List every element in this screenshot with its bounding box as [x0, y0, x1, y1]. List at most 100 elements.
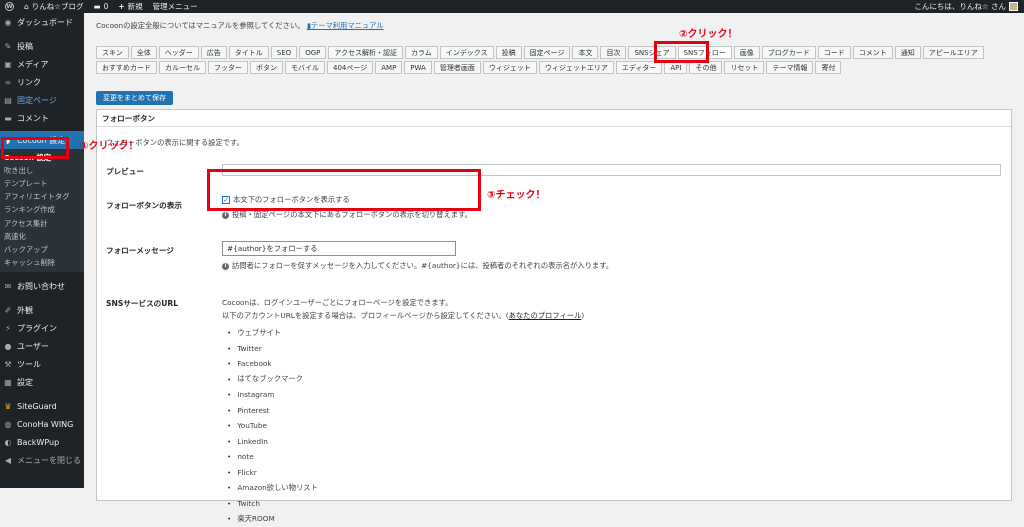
- list-item: note: [227, 449, 318, 465]
- list-item: Twitter: [227, 341, 318, 357]
- panel-title: フォローボタン: [97, 110, 1011, 127]
- follow-message-input[interactable]: #{author}をフォローする: [222, 241, 456, 256]
- sidebar-item-conoha[interactable]: ◍ ConoHa WING: [0, 416, 84, 434]
- backwpup-icon: ◐: [4, 438, 12, 448]
- sidebar-item-contact[interactable]: ✉ お問い合わせ: [0, 278, 84, 296]
- comment-count: 0: [103, 2, 109, 11]
- tab-item[interactable]: カラム: [405, 46, 438, 59]
- tab-item[interactable]: OGP: [299, 46, 327, 59]
- tab-item[interactable]: API: [664, 61, 688, 74]
- tab-item[interactable]: アクセス解析・認証: [328, 46, 403, 59]
- sidebar-item-cocoon[interactable]: ◗ Cocoon 設定: [0, 131, 84, 149]
- tab-item[interactable]: PWA: [404, 61, 432, 74]
- tab-item[interactable]: コメント: [852, 46, 893, 59]
- show-checkbox-row[interactable]: ✓ 本文下のフォローボタンを表示する: [222, 195, 350, 205]
- submenu-item[interactable]: バックアップ: [0, 243, 84, 256]
- save-all-button[interactable]: 変更をまとめて保存: [96, 91, 173, 105]
- cocoon-icon: ◗: [5, 135, 11, 145]
- submenu-item[interactable]: Cocoon 設定: [0, 151, 84, 164]
- tab-item[interactable]: 通知: [894, 46, 921, 59]
- tab-item[interactable]: SEO: [270, 46, 298, 59]
- tab-item[interactable]: 画像: [733, 46, 760, 59]
- tab-item[interactable]: フッター: [208, 61, 248, 74]
- annotation-step2: ②クリック！: [679, 29, 738, 40]
- sidebar-item-plugins[interactable]: ⚡ プラグイン: [0, 320, 84, 338]
- sidebar-item-settings[interactable]: ▦ 設定: [0, 374, 84, 392]
- sidebar-item-links[interactable]: ∞ リンク: [0, 73, 84, 91]
- comment-icon: ▬: [4, 113, 12, 123]
- collapse-icon: ◀: [4, 456, 12, 466]
- mail-icon: ✉: [4, 282, 12, 292]
- admin-bar: W ⌂ りんね☆ブログ ▬ 0 + 新規 管理メニュー こんにちは、りんね☆ さん: [0, 0, 1024, 13]
- tab-item[interactable]: カルーセル: [159, 61, 206, 74]
- tab-item[interactable]: モバイル: [285, 61, 325, 74]
- submenu-item[interactable]: アフィリエイトタグ: [0, 191, 84, 204]
- sidebar-item-media[interactable]: ▣ メディア: [0, 55, 84, 73]
- tab-item[interactable]: コード: [817, 46, 851, 59]
- tab-item[interactable]: インデックス: [439, 46, 494, 59]
- submenu-item[interactable]: 高速化: [0, 230, 84, 243]
- sidebar-item-backwpup[interactable]: ◐ BackWPup: [0, 434, 84, 452]
- tab-item[interactable]: ブログカード: [761, 46, 816, 59]
- sidebar-item-dashboard[interactable]: ◉ ダッシュボード: [0, 13, 84, 31]
- tab-item[interactable]: SNSフォロー: [677, 46, 732, 59]
- tab-item[interactable]: おすすめカード: [96, 61, 157, 74]
- tab-item[interactable]: タイトル: [228, 46, 269, 59]
- tab-item[interactable]: リセット: [724, 61, 765, 74]
- sidebar-item-pages[interactable]: ▤ 固定ページ: [0, 91, 84, 109]
- submenu-item[interactable]: キャッシュ削除: [0, 257, 84, 270]
- sidebar-item-users[interactable]: ● ユーザー: [0, 338, 84, 356]
- tab-item[interactable]: その他: [689, 61, 723, 74]
- manual-link[interactable]: ▮テーマ利用マニュアル: [307, 21, 384, 30]
- cocoon-submenu: Cocoon 設定 吹き出し テンプレート アフィリエイトタグ ランキング作成 …: [0, 149, 84, 272]
- tab-item[interactable]: 目次: [600, 46, 627, 59]
- profile-link[interactable]: あなたのプロフィール: [509, 311, 582, 320]
- sidebar-label: 設定: [17, 378, 33, 388]
- sidebar-label: Cocoon 設定: [17, 135, 66, 145]
- link-icon: ∞: [4, 77, 12, 87]
- tab-item[interactable]: 管理者画面: [433, 61, 481, 74]
- wp-logo-menu[interactable]: W: [0, 0, 19, 13]
- tab-item[interactable]: AMP: [375, 61, 403, 74]
- main-content: Cocoonの設定全般についてはマニュアルを参照してください。 ▮テーマ利用マニ…: [84, 13, 1024, 523]
- tab-item[interactable]: 広告: [200, 46, 227, 59]
- admin-menu-link[interactable]: 管理メニュー: [148, 0, 203, 13]
- submenu-item[interactable]: ランキング作成: [0, 204, 84, 217]
- tab-item[interactable]: テーマ情報: [766, 61, 814, 74]
- tab-item[interactable]: スキン: [96, 46, 129, 59]
- settings-tabs: スキン 全体 ヘッダー 広告 タイトル SEO OGP アクセス解析・認証 カラム インデックス投…: [96, 46, 1012, 74]
- tab-item[interactable]: 全体: [130, 46, 157, 59]
- comment-bubble-icon: ▬: [93, 2, 101, 11]
- message-label: フォローメッセージ: [106, 246, 174, 255]
- tab-item[interactable]: 寄付: [815, 61, 842, 74]
- tab-item[interactable]: ボタン: [250, 61, 283, 74]
- tab-item[interactable]: SNSシェア: [628, 46, 676, 59]
- tab-item[interactable]: 固定ページ: [523, 46, 571, 59]
- show-checkbox[interactable]: ✓: [222, 196, 230, 204]
- tab-item[interactable]: 404ページ: [327, 61, 374, 74]
- avatar: [1009, 2, 1018, 11]
- sidebar-label: メディア: [17, 59, 49, 69]
- tab-item[interactable]: ヘッダー: [158, 46, 199, 59]
- sidebar-item-siteguard[interactable]: ♛ SiteGuard: [0, 398, 84, 416]
- tab-item[interactable]: ウィジェットエリア: [538, 61, 614, 74]
- submenu-item[interactable]: テンプレート: [0, 177, 84, 190]
- submenu-item[interactable]: 吹き出し: [0, 164, 84, 177]
- sidebar-collapse[interactable]: ◀ メニューを閉じる: [0, 452, 84, 470]
- tab-item[interactable]: 投稿: [495, 46, 522, 59]
- sidebar-item-posts[interactable]: ✎ 投稿: [0, 37, 84, 55]
- account-menu[interactable]: こんにちは、りんね☆ さん: [914, 1, 1024, 12]
- comments-menu[interactable]: ▬ 0: [89, 0, 114, 13]
- tab-item[interactable]: 本文: [572, 46, 599, 59]
- sidebar-item-comments[interactable]: ▬ コメント: [0, 109, 84, 127]
- sidebar-item-tools[interactable]: ⚒ ツール: [0, 356, 84, 374]
- sidebar-label: リンク: [17, 77, 41, 87]
- tab-item[interactable]: ウィジェット: [482, 61, 537, 74]
- submenu-item[interactable]: アクセス集計: [0, 217, 84, 230]
- sidebar-item-appearance[interactable]: ✐ 外観: [0, 302, 84, 320]
- new-content-menu[interactable]: + 新規: [113, 0, 147, 13]
- site-name-menu[interactable]: ⌂ りんね☆ブログ: [19, 0, 89, 13]
- tab-item[interactable]: エディター: [615, 61, 663, 74]
- tab-item[interactable]: アピールエリア: [922, 46, 984, 59]
- sidebar-label: ツール: [17, 360, 41, 370]
